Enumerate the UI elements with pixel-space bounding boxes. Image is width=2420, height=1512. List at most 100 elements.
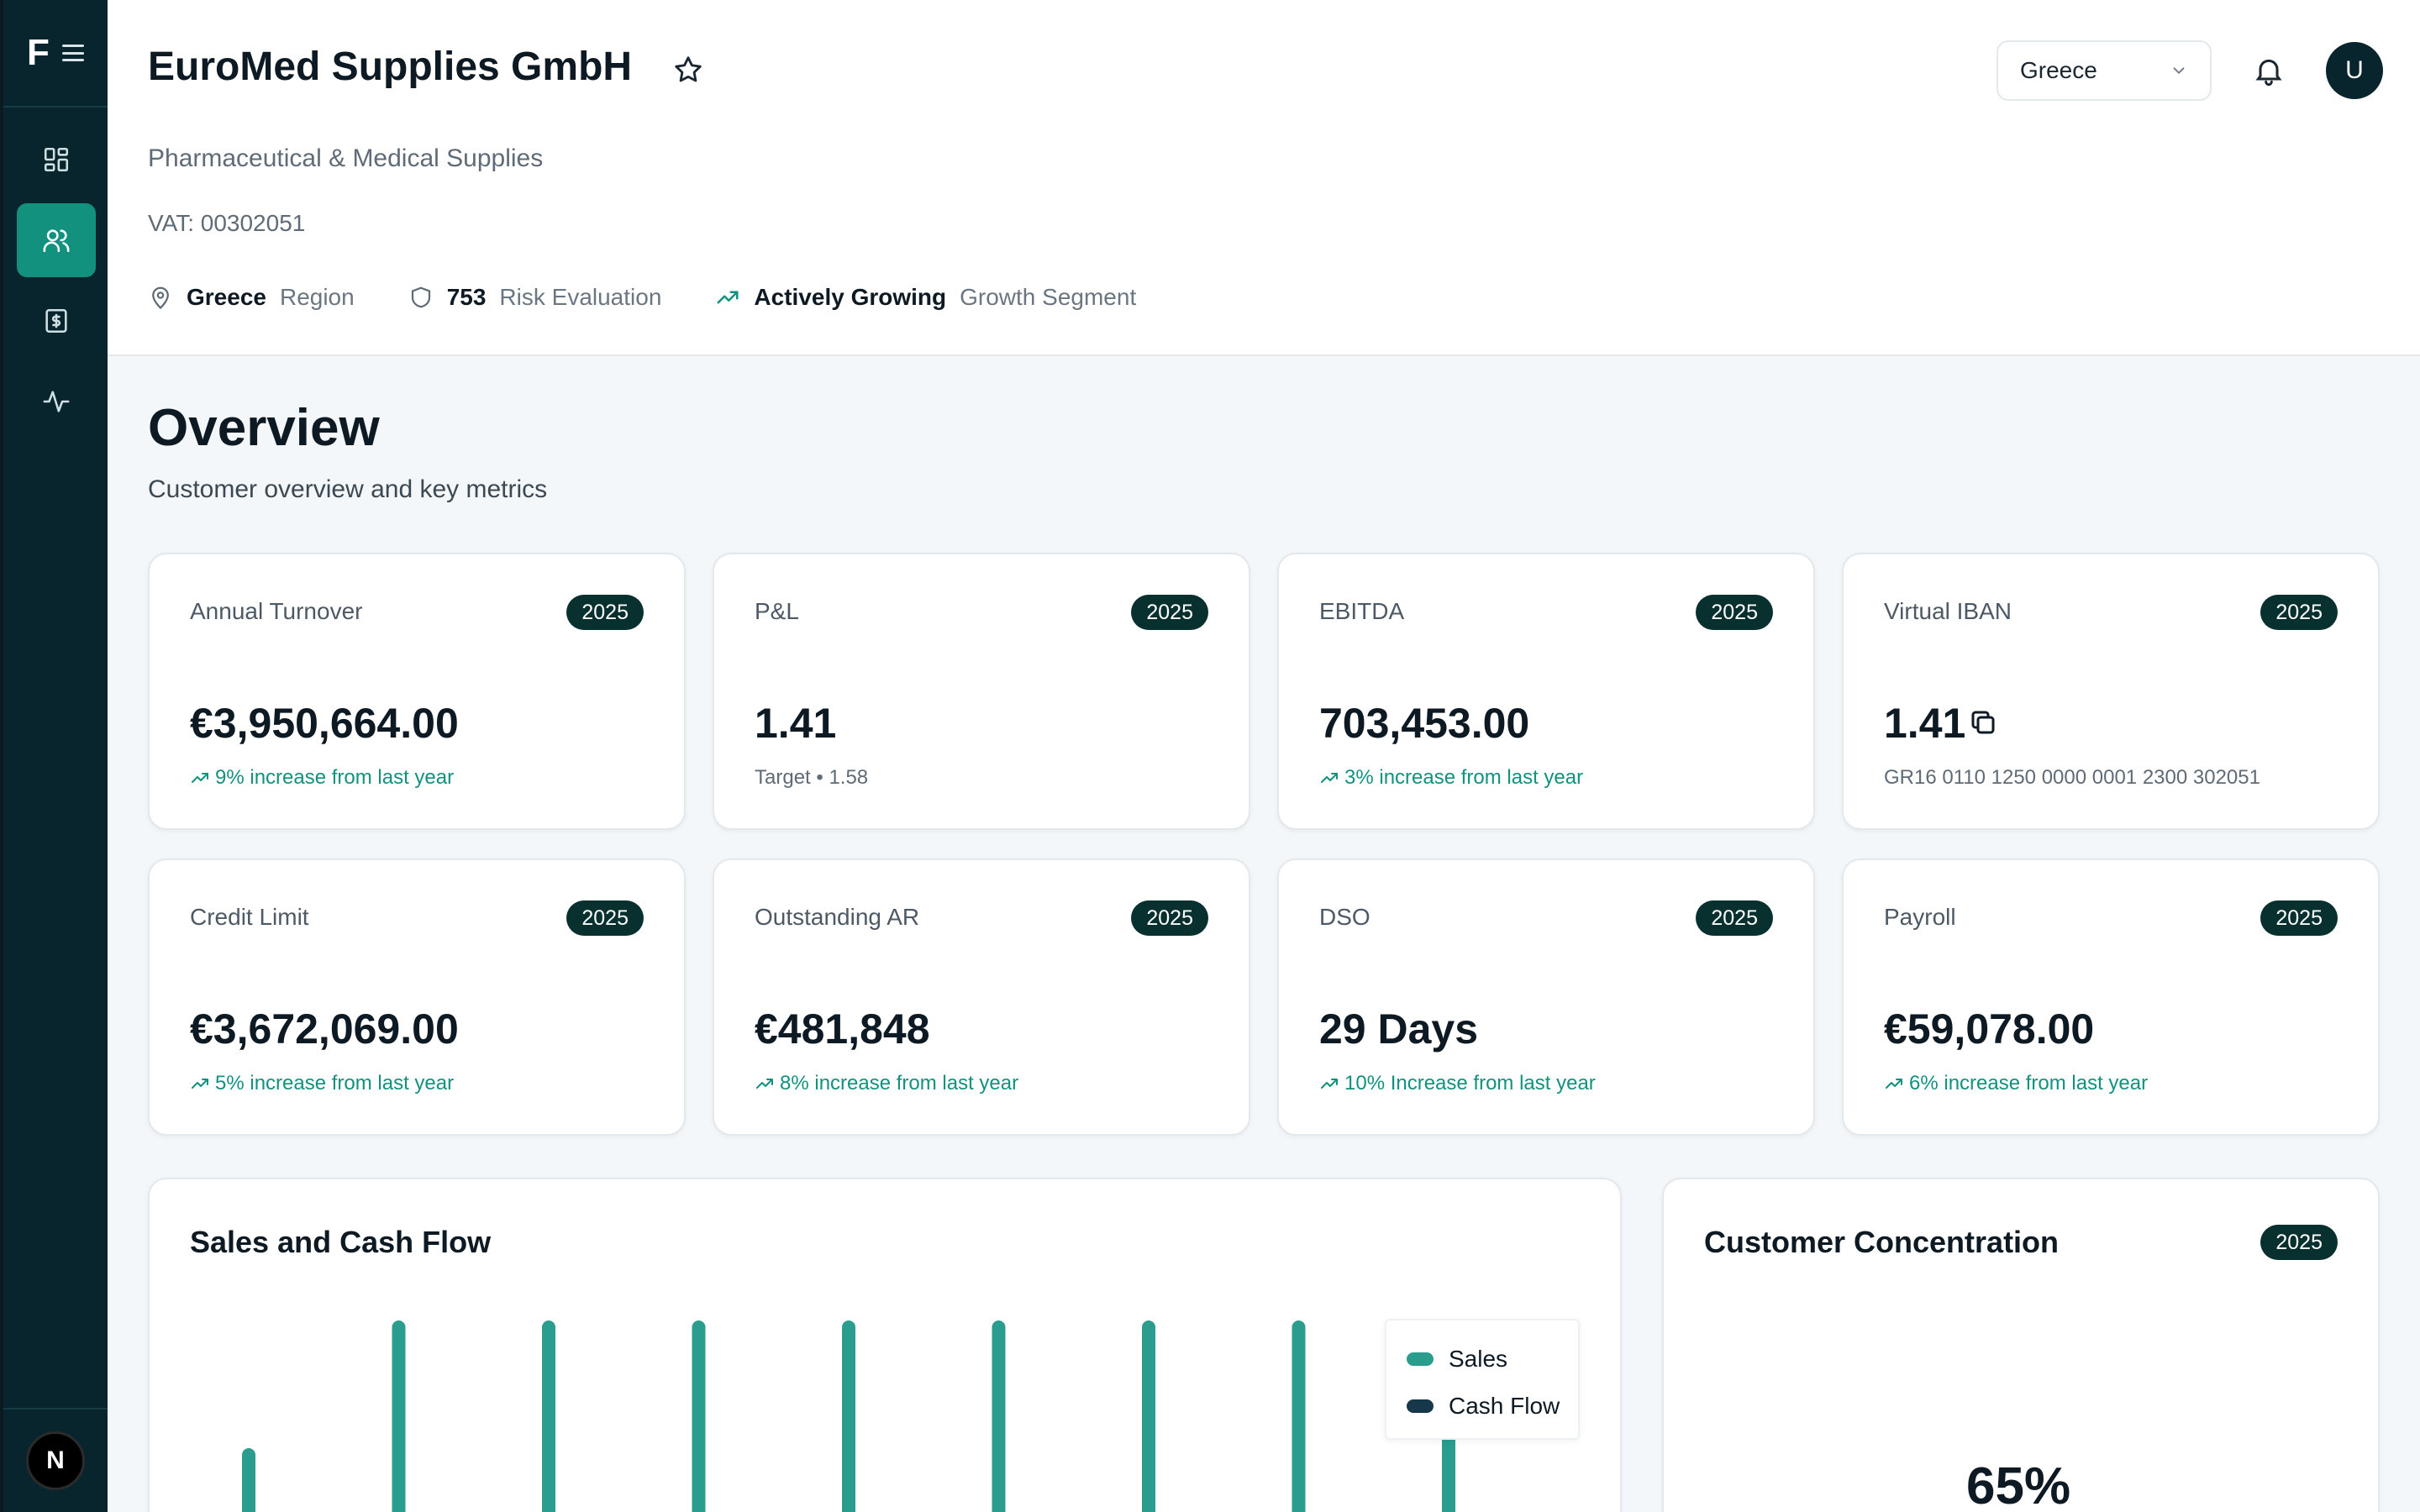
year-badge: 2025 bbox=[1131, 900, 1208, 936]
page-title: Overview bbox=[148, 399, 380, 457]
workspace-avatar[interactable]: N bbox=[26, 1431, 85, 1490]
iban-number: GR16 0110 1250 0000 0001 2300 302051 bbox=[1884, 766, 2260, 789]
trending-up-icon bbox=[1321, 773, 1338, 783]
metric-trend: 3% increase from last year bbox=[1319, 766, 1583, 790]
sidebar-header: F bbox=[3, 0, 108, 108]
bar-sales-3[interactable] bbox=[542, 1320, 555, 1512]
year-badge: 2025 bbox=[1696, 900, 1773, 936]
legend-label: Sales bbox=[1449, 1346, 1508, 1372]
metric-label: Credit Limit bbox=[190, 904, 309, 930]
metric-card-credit-limit[interactable]: Credit Limit 2025 €3,672,069.00 5% incre… bbox=[148, 858, 686, 1136]
metric-value: €3,950,664.00 bbox=[190, 700, 459, 747]
region-info: Greece Region bbox=[148, 284, 355, 311]
bell-icon[interactable] bbox=[2252, 54, 2286, 87]
metric-label: Virtual IBAN bbox=[1884, 598, 2012, 624]
metric-trend: 8% increase from last year bbox=[755, 1072, 1018, 1095]
metric-value: €3,672,069.00 bbox=[190, 1005, 459, 1053]
metric-trend: 9% increase from last year bbox=[190, 766, 454, 790]
trending-up-icon bbox=[192, 773, 208, 783]
concentration-value: 65% bbox=[1966, 1457, 2071, 1512]
favorite-star-icon[interactable] bbox=[672, 54, 704, 86]
metric-label: Payroll bbox=[1884, 904, 1956, 930]
trending-up-icon bbox=[1321, 1079, 1338, 1089]
metric-trend: 6% increase from last year bbox=[1884, 1072, 2148, 1095]
metric-card-payroll[interactable]: Payroll 2025 €59,078.00 6% increase from… bbox=[1842, 858, 2380, 1136]
panel-title: Customer Concentration bbox=[1704, 1225, 2060, 1259]
activity-icon bbox=[43, 391, 70, 412]
metric-trend-text: 6% increase from last year bbox=[1909, 1072, 2149, 1095]
metric-card-dso[interactable]: DSO 2025 29 Days 10% Increase from last … bbox=[1277, 858, 1815, 1136]
bar-sales-1[interactable] bbox=[242, 1448, 255, 1512]
metric-value: 1.41 bbox=[755, 700, 837, 747]
iban-text: GR16 0110 1250 0000 0001 2300 302051 bbox=[1884, 766, 2260, 790]
bar-sales-5[interactable] bbox=[842, 1320, 855, 1512]
metric-value: €59,078.00 bbox=[1884, 1005, 2095, 1053]
map-pin-icon bbox=[152, 286, 169, 310]
users-icon bbox=[43, 229, 70, 253]
bar-sales-4[interactable] bbox=[692, 1320, 706, 1512]
metric-label: Outstanding AR bbox=[755, 904, 920, 930]
metric-trend-text: 3% increase from last year bbox=[1344, 766, 1584, 789]
user-avatar[interactable]: U bbox=[2326, 42, 2383, 99]
copy-icon[interactable] bbox=[1968, 707, 1998, 738]
year-badge: 2025 bbox=[2260, 595, 2338, 630]
sales-cashflow-panel: Sales and Cash Flow Sales Cash Flow bbox=[148, 1178, 1622, 1512]
legend-item-cash-flow[interactable]: Cash Flow bbox=[1407, 1383, 1578, 1430]
region-value: Greece bbox=[187, 284, 266, 310]
growth-label: Growth Segment bbox=[960, 284, 1137, 310]
risk-info: 753 Risk Evaluation bbox=[408, 284, 662, 311]
metric-trend-text: 5% increase from last year bbox=[215, 1072, 455, 1095]
shield-icon bbox=[411, 286, 430, 308]
industry-label: Pharmaceutical & Medical Supplies bbox=[148, 144, 544, 172]
metric-label: P&L bbox=[755, 598, 799, 624]
metric-value: €481,848 bbox=[755, 1005, 930, 1053]
metric-value: 29 Days bbox=[1319, 1005, 1479, 1053]
year-badge: 2025 bbox=[2260, 1225, 2338, 1260]
legend-label: Cash Flow bbox=[1449, 1393, 1560, 1419]
sidebar-footer: N bbox=[3, 1408, 108, 1512]
page-subtitle: Customer overview and key metrics bbox=[148, 475, 548, 503]
year-badge: 2025 bbox=[1131, 595, 1208, 630]
metric-value: 703,453.00 bbox=[1319, 700, 1530, 747]
sidebar-item-invoices[interactable] bbox=[17, 284, 96, 358]
metric-trend-text: 10% Increase from last year bbox=[1344, 1072, 1596, 1095]
metric-card-virtual-iban[interactable]: Virtual IBAN 2025 1.41 GR16 0110 1250 00… bbox=[1842, 553, 2380, 830]
country-select-value: Greece bbox=[2020, 57, 2097, 83]
sidebar-item-activity[interactable] bbox=[17, 365, 96, 438]
metric-target: Target • 1.58 bbox=[755, 766, 868, 790]
sidebar: F N bbox=[0, 0, 108, 1512]
invoice-icon bbox=[45, 308, 67, 333]
hamburger-menu-icon[interactable] bbox=[61, 45, 84, 61]
metric-target-text: Target • 1.58 bbox=[755, 766, 869, 789]
metric-card-ebitda[interactable]: EBITDA 2025 703,453.00 3% increase from … bbox=[1277, 553, 1815, 830]
metric-label: DSO bbox=[1319, 904, 1370, 930]
chevron-down-icon bbox=[2173, 67, 2185, 75]
metric-label: EBITDA bbox=[1319, 598, 1405, 624]
sidebar-item-dashboard[interactable] bbox=[17, 123, 96, 197]
metric-card-pl[interactable]: P&L 2025 1.41 Target • 1.58 bbox=[713, 553, 1250, 830]
metric-trend: 10% Increase from last year bbox=[1319, 1072, 1596, 1095]
metric-card-annual-turnover[interactable]: Annual Turnover 2025 €3,950,664.00 9% in… bbox=[148, 553, 686, 830]
growth-info: Actively Growing Growth Segment bbox=[715, 284, 1136, 311]
trending-up-icon bbox=[756, 1079, 773, 1089]
bar-sales-8[interactable] bbox=[1292, 1320, 1306, 1512]
metric-trend-text: 8% increase from last year bbox=[780, 1072, 1019, 1095]
legend-swatch-cash-flow bbox=[1407, 1399, 1434, 1413]
legend-item-sales[interactable]: Sales bbox=[1407, 1336, 1578, 1383]
country-select[interactable]: Greece bbox=[1996, 40, 2212, 101]
bar-sales-7[interactable] bbox=[1142, 1320, 1155, 1512]
customer-concentration-panel: Customer Concentration 2025 65% bbox=[1662, 1178, 2380, 1512]
bar-sales-6[interactable] bbox=[992, 1320, 1006, 1512]
metric-label: Annual Turnover bbox=[190, 598, 363, 624]
risk-label: Risk Evaluation bbox=[499, 284, 662, 310]
bar-sales-2[interactable] bbox=[392, 1320, 406, 1512]
trending-up-icon bbox=[1886, 1079, 1902, 1089]
year-badge: 2025 bbox=[1696, 595, 1773, 630]
growth-value: Actively Growing bbox=[754, 284, 947, 310]
vat-number: VAT: 00302051 bbox=[148, 210, 306, 236]
year-badge: 2025 bbox=[566, 900, 644, 936]
customer-meta: Greece Region 753 Risk Evaluation Active… bbox=[148, 284, 1190, 311]
customer-header: EuroMed Supplies GmbH Pharmaceutical & M… bbox=[108, 0, 2420, 356]
sidebar-item-customers[interactable] bbox=[17, 203, 96, 277]
metric-card-outstanding-ar[interactable]: Outstanding AR 2025 €481,848 8% increase… bbox=[713, 858, 1250, 1136]
